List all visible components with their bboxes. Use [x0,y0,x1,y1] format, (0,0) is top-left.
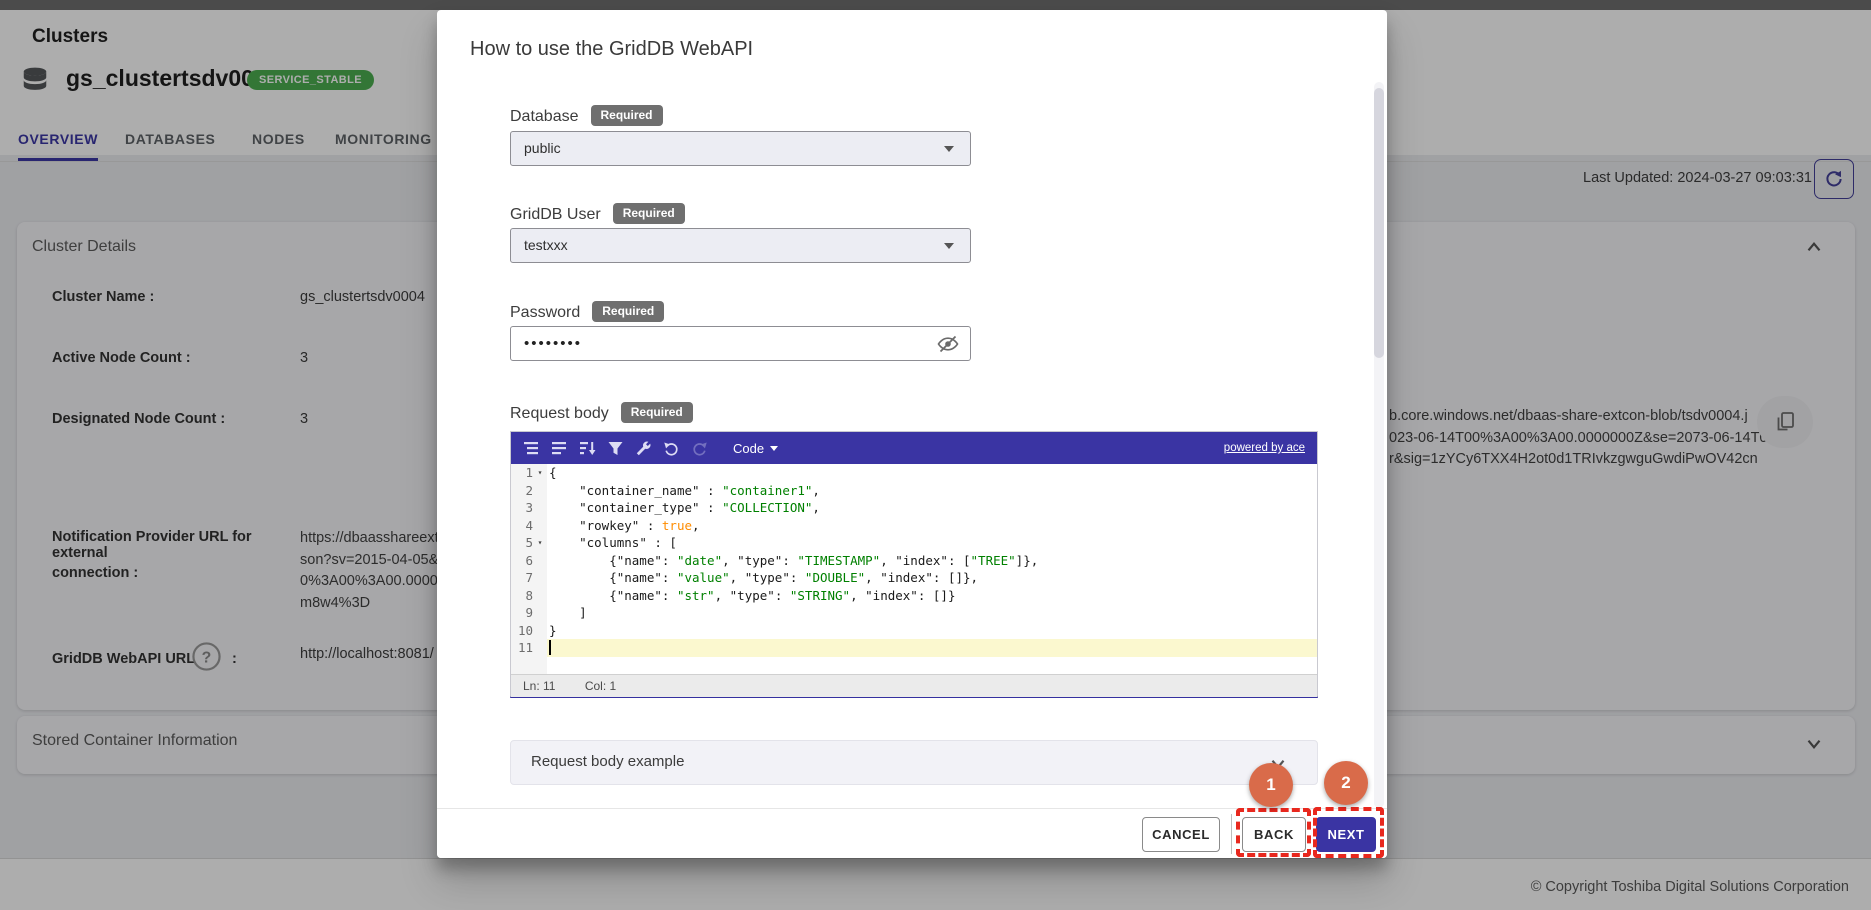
code-line: {"name": "date", "type": "TIMESTAMP", "i… [547,552,1317,570]
required-badge: Required [621,402,693,423]
gutter-line-number: 9 [511,604,547,622]
json-code-editor[interactable]: Code powered by ace 1▾{2 "container_name… [510,431,1318,698]
accordion-label: Request body example [531,753,684,770]
toggle-password-visibility-button[interactable] [936,332,960,356]
required-badge: Required [613,203,685,224]
gutter-line-number: 10 [511,622,547,640]
code-line: "container_name" : "container1", [547,482,1317,500]
gutter-line-number: 4 [511,517,547,535]
eye-off-icon [936,332,960,356]
powered-by-ace-link[interactable]: powered by ace [1224,442,1305,454]
code-line [547,639,1317,657]
gutter-line-number: 11 [511,639,547,657]
redo-icon[interactable] [691,440,708,457]
request-body-example-accordion[interactable]: Request body example [510,740,1318,785]
gutter-line-number: 5▾ [511,534,547,552]
app-window: Clusters gs_clustertsdv0004 SERVICE_STAB… [0,0,1871,910]
gutter-line-number: 1▾ [511,464,547,482]
gutter-line-number: 2 [511,482,547,500]
griddb-user-label: GridDB UserRequired [510,203,685,224]
webapi-dialog: How to use the GridDB WebAPI DatabaseReq… [437,10,1387,858]
database-label: DatabaseRequired [510,105,663,126]
annotation-rect-back [1236,808,1311,857]
undo-icon[interactable] [663,440,680,457]
editor-status-bar: Ln: 11 Col: 1 [511,674,1317,697]
code-area[interactable]: 1▾{2 "container_name" : "container1",3 "… [511,464,1317,674]
format-icon[interactable] [523,440,540,457]
database-select[interactable]: public [510,131,971,166]
modal-scrollbar-thumb[interactable] [1374,88,1384,358]
mode-select[interactable]: Code [733,441,778,456]
chevron-down-icon [944,146,954,152]
code-line: ] [547,604,1317,622]
code-line: "container_type" : "COLLECTION", [547,499,1317,517]
code-line: {"name": "value", "type": "DOUBLE", "ind… [547,569,1317,587]
editor-toolbar: Code powered by ace [511,432,1317,464]
filter-icon[interactable] [607,440,624,457]
code-line: { [547,464,1317,482]
cancel-button[interactable]: CANCEL [1142,817,1220,852]
required-badge: Required [592,301,664,322]
compact-icon[interactable] [551,440,568,457]
gutter-line-number: 7 [511,569,547,587]
required-badge: Required [591,105,663,126]
griddb-user-select[interactable]: testxxx [510,228,971,263]
column-indicator: Col: 1 [585,679,616,693]
button-divider [1231,814,1232,854]
code-line: "columns" : [ [547,534,1317,552]
annotation-rect-next [1313,807,1384,858]
gutter-line-number: 6 [511,552,547,570]
chevron-down-icon [770,446,778,451]
code-line: "rowkey" : true, [547,517,1317,535]
annotation-step-2: 2 [1324,761,1368,805]
repair-wrench-icon[interactable] [635,440,652,457]
password-label: PasswordRequired [510,301,664,322]
request-body-label: Request bodyRequired [510,402,693,423]
sort-icon[interactable] [579,440,596,457]
gutter-line-number: 8 [511,587,547,605]
annotation-step-1: 1 [1249,763,1293,807]
code-line: {"name": "str", "type": "STRING", "index… [547,587,1317,605]
code-line: } [547,622,1317,640]
text-cursor [549,640,551,655]
line-indicator: Ln: 11 [523,679,555,693]
password-input[interactable]: •••••••• [510,326,971,361]
gutter-line-number: 3 [511,499,547,517]
chevron-down-icon [944,243,954,249]
dialog-title: How to use the GridDB WebAPI [470,38,753,61]
